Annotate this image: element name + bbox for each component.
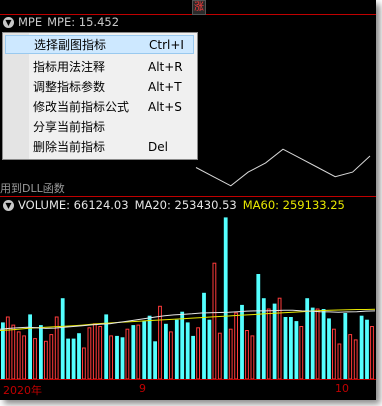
menu-item-shortcut: Alt+S [148,99,182,114]
volume-bar-down [60,298,65,379]
volume-bar-down [120,337,125,380]
volume-bar-down [202,292,206,379]
mpe-series-line [195,148,371,187]
volume-bar-up [228,328,233,380]
volume-bar-down [77,333,81,379]
volume-bar-up [315,308,320,380]
menu-item-label: 删除当前指标 [33,140,106,154]
volume-bar-down [185,322,190,379]
volume-bar-down [272,303,277,379]
volume-bar-up [353,339,358,380]
date-label-year: 2020年 [3,384,42,397]
volume-bar-down [28,314,32,379]
volume-bar-up [234,312,238,380]
volume-bar-down [240,304,244,379]
volume-bar-down [115,335,119,379]
volume-bar-down [289,317,293,379]
volume-bar-down [66,338,70,379]
volume-bar-down [147,315,152,379]
volume-bar-up [98,326,103,380]
menu-item-usage-notes[interactable]: 指标用法注释 Alt+R [5,57,194,76]
date-label-month-10: 10 [335,382,349,395]
volume-bar-down [71,338,76,379]
date-axis-line [0,379,376,380]
volume-bar-down [256,274,261,379]
volume-bar-up [109,335,113,380]
volume-bar-down [283,317,288,379]
volume-bar-up [332,328,336,380]
volume-bar-down [142,321,147,379]
ma60-value: MA60: 259133.25 [242,198,345,212]
menu-item-adjust-params[interactable]: 调整指标参数 Alt+T [5,77,194,96]
menu-item-label: 指标用法注释 [33,60,106,74]
volume-bar-down [180,311,185,379]
volume-bars-layer [1,217,374,380]
volume-bar-down [327,318,331,379]
menu-item-edit-formula[interactable]: 修改当前指标公式 Alt+S [5,97,194,116]
ma20-value: MA20: 253430.53 [134,198,237,212]
date-label-month-9: 9 [139,382,146,395]
menu-item-shortcut: Alt+T [148,79,182,94]
volume-bar-up [82,347,86,380]
volume-bar-down [343,313,348,379]
volume-bar-up [87,327,92,380]
dll-function-note: 用到DLL函数 [0,182,65,195]
menu-item-label: 修改当前指标公式 [33,100,130,114]
menu-item-label: 选择副图指标 [34,38,107,52]
volume-bar-up [169,331,173,380]
mpe-line-layer [195,148,371,187]
volume-bar-up [136,324,141,380]
volume-bar-up [33,338,37,380]
volume-bar-up [299,326,304,380]
volume-bar-down [207,319,212,379]
volume-bar-down [164,323,168,379]
volume-bar-up [44,340,48,380]
volume-bar-down [359,315,364,379]
volume-bar-up [245,330,249,380]
menu-item-shortcut: Del [148,139,168,154]
stock-chart-window: 涨 ▼ MPE MPE: 15.452 用到DLL函数 ▼ VOLUME: 66… [0,0,376,400]
volume-bar-down [294,321,299,379]
volume-bar-up [370,326,374,380]
volume-bar-down [39,325,43,379]
menu-item-share-indicator[interactable]: 分享当前指标 [5,117,194,136]
menu-item-label: 调整指标参数 [33,80,106,94]
volume-bar-up [11,324,16,380]
volume-panel-header[interactable]: ▼ VOLUME: 66124.03 MA20: 253430.53 MA60:… [0,197,345,213]
volume-bar-up [348,334,353,380]
volume-bar-up [158,305,162,380]
volume-bar-down [131,325,136,379]
menu-item-shortcut: Ctrl+I [149,37,184,52]
volume-bar-up [266,308,271,380]
volume-bar-down [310,307,315,379]
volume-bar-up [49,334,54,380]
menu-item-delete-indicator[interactable]: 删除当前指标 Del [5,137,194,156]
volume-bar-up [337,343,342,380]
volume-bar-up [92,323,97,380]
volume-bar-up [196,327,200,380]
panel-chevron-down-icon[interactable]: ▼ [3,199,14,211]
volume-bar-up [22,335,27,380]
volume-bar-down [321,309,326,379]
volume-bar-up [250,335,255,380]
volume-bar-down [153,341,157,379]
volume-bar-down [191,335,195,379]
context-menu: 选择副图指标 Ctrl+I 指标用法注释 Alt+R 调整指标参数 Alt+T … [2,32,198,160]
volume-bar-up [125,328,130,380]
volume-value: VOLUME: 66124.03 [18,198,129,212]
volume-bar-down [174,319,179,379]
volume-bar-down [365,319,369,379]
menu-item-label: 分享当前指标 [33,120,106,134]
volume-bar-down [261,298,266,379]
volume-bar-down [223,217,228,379]
volume-bar-up [217,332,222,380]
volume-bar-down [305,298,310,379]
volume-bar-up [5,316,10,380]
menu-item-select-indicator[interactable]: 选择副图指标 Ctrl+I [5,35,194,54]
menu-item-shortcut: Alt+R [148,59,183,74]
volume-bar-up [212,262,217,380]
volume-bar-up [16,331,21,380]
